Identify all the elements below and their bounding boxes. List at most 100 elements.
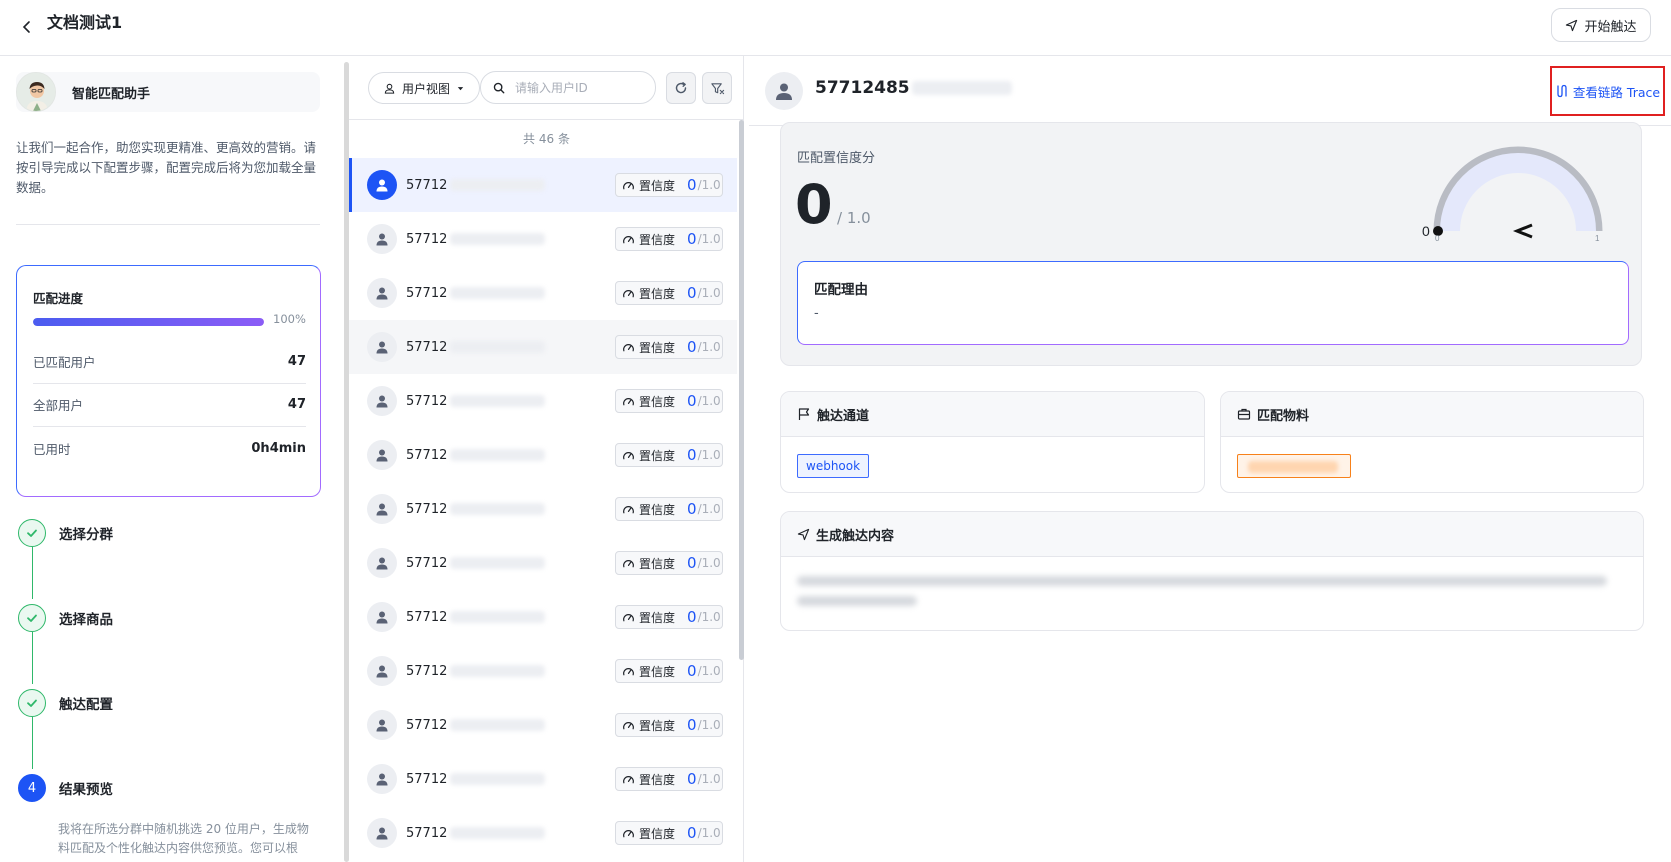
score-title: 匹配置信度分 bbox=[797, 151, 876, 166]
detail-header: 57712485 查看链路 Trace bbox=[749, 56, 1671, 126]
confidence-label: 置信度 bbox=[639, 232, 676, 247]
user-list-item[interactable]: 57712 置信度 0/1.0 bbox=[349, 212, 737, 266]
user-id-search-input[interactable] bbox=[515, 80, 645, 95]
user-list-item[interactable]: 57712 置信度 0/1.0 bbox=[349, 590, 737, 644]
confidence-label: 置信度 bbox=[639, 448, 676, 463]
matched-material-title: 匹配物料 bbox=[1257, 408, 1310, 424]
user-avatar-icon bbox=[367, 548, 397, 578]
confidence-max: /1.0 bbox=[697, 232, 721, 246]
user-avatar-icon bbox=[367, 656, 397, 686]
stat-value: 47 bbox=[287, 354, 306, 369]
step-select-product[interactable]: 选择商品 bbox=[18, 604, 113, 632]
send-icon bbox=[1566, 19, 1578, 31]
step-select-segment[interactable]: 选择分群 bbox=[18, 519, 113, 547]
user-avatar-icon bbox=[367, 818, 397, 848]
user-id: 57712 bbox=[406, 555, 448, 571]
gauge-icon bbox=[623, 775, 634, 783]
confidence-badge: 置信度 0/1.0 bbox=[615, 821, 723, 845]
stat-elapsed-time: 已用时 0h4min bbox=[33, 426, 306, 470]
step-result-preview[interactable]: 4 结果预览 bbox=[18, 774, 113, 802]
confidence-score: 0 bbox=[687, 716, 697, 734]
confidence-score: 0 bbox=[687, 824, 697, 842]
confidence-score: 0 bbox=[687, 554, 697, 572]
confidence-badge: 置信度 0/1.0 bbox=[615, 335, 723, 359]
masked-id bbox=[450, 179, 545, 191]
confidence-badge: 置信度 0/1.0 bbox=[615, 713, 723, 737]
user-id: 57712 bbox=[406, 285, 448, 301]
user-list-item[interactable]: 57712 置信度 0/1.0 bbox=[349, 428, 737, 482]
list-scrollbar[interactable] bbox=[739, 120, 744, 660]
confidence-max: /1.0 bbox=[697, 286, 721, 300]
masked-id bbox=[450, 827, 545, 839]
search-icon bbox=[493, 82, 505, 93]
user-list-item[interactable]: 57712 置信度 0/1.0 bbox=[349, 158, 737, 212]
confidence-max: /1.0 bbox=[697, 448, 721, 462]
gauge-icon bbox=[623, 613, 634, 621]
user-id: 57712 bbox=[406, 339, 448, 355]
user-id: 57712 bbox=[406, 501, 448, 517]
user-view-dropdown[interactable]: 用户视图 bbox=[368, 72, 480, 104]
user-avatar-icon bbox=[367, 710, 397, 740]
confidence-badge: 置信度 0/1.0 bbox=[615, 443, 723, 467]
confidence-badge: 置信度 0/1.0 bbox=[615, 497, 723, 521]
user-avatar-icon bbox=[367, 386, 397, 416]
back-arrow-icon[interactable] bbox=[16, 16, 38, 38]
view-trace-link[interactable]: 查看链路 Trace bbox=[1550, 66, 1665, 116]
confidence-score-card: 匹配置信度分 0 / 1.0 0 0 1 匹配理由 - bbox=[780, 122, 1642, 366]
top-bar: 文档测试1 开始触达 bbox=[0, 0, 1671, 56]
assistant-name: 智能匹配助手 bbox=[72, 86, 151, 102]
reach-channel-panel: 触达通道 webhook bbox=[780, 391, 1205, 493]
confidence-label: 置信度 bbox=[639, 556, 676, 571]
user-list-item[interactable]: 57712 置信度 0/1.0 bbox=[349, 320, 737, 374]
start-reach-label: 开始触达 bbox=[1584, 19, 1637, 35]
confidence-score: 0 bbox=[687, 338, 697, 356]
confidence-label: 置信度 bbox=[639, 610, 676, 625]
progress-bar-fill bbox=[33, 318, 264, 326]
confidence-badge: 置信度 0/1.0 bbox=[615, 281, 723, 305]
confidence-max: /1.0 bbox=[697, 610, 721, 624]
view-trace-label: 查看链路 Trace bbox=[1572, 84, 1661, 100]
confidence-label: 置信度 bbox=[639, 718, 676, 733]
user-list-item[interactable]: 57712 置信度 0/1.0 bbox=[349, 644, 737, 698]
briefcase-icon bbox=[1237, 408, 1251, 420]
step-number: 4 bbox=[18, 774, 46, 802]
assistant-avatar bbox=[16, 72, 56, 112]
step-connector bbox=[32, 717, 33, 769]
user-list-item[interactable]: 57712 置信度 0/1.0 bbox=[349, 698, 737, 752]
user-id: 57712 bbox=[406, 663, 448, 679]
confidence-max: /1.0 bbox=[697, 502, 721, 516]
user-list-item[interactable]: 57712 置信度 0/1.0 bbox=[349, 374, 737, 428]
matched-material-header: 匹配物料 bbox=[1221, 392, 1643, 437]
stat-value: 47 bbox=[287, 397, 306, 412]
start-reach-button[interactable]: 开始触达 bbox=[1551, 8, 1651, 42]
gauge-needle-icon bbox=[1512, 223, 1533, 239]
masked-id bbox=[450, 341, 545, 353]
reach-channel-header: 触达通道 bbox=[781, 392, 1204, 437]
masked-id bbox=[450, 287, 545, 299]
masked-id bbox=[450, 719, 545, 731]
confidence-max: /1.0 bbox=[697, 178, 721, 192]
user-list-item[interactable]: 57712 置信度 0/1.0 bbox=[349, 266, 737, 320]
user-list-item[interactable]: 57712 置信度 0/1.0 bbox=[349, 482, 737, 536]
confidence-score: 0 bbox=[687, 446, 697, 464]
confidence-score: 0 bbox=[687, 392, 697, 410]
user-list-item[interactable]: 57712 置信度 0/1.0 bbox=[349, 752, 737, 806]
progress-bar bbox=[33, 318, 264, 326]
refresh-button[interactable] bbox=[666, 72, 696, 104]
masked-id bbox=[911, 81, 1012, 95]
score-value: 0 bbox=[795, 173, 833, 236]
check-icon bbox=[18, 689, 46, 717]
user-avatar-icon bbox=[367, 494, 397, 524]
gauge-icon bbox=[623, 289, 634, 297]
user-view-icon bbox=[384, 83, 395, 94]
user-list-item[interactable]: 57712 置信度 0/1.0 bbox=[349, 806, 737, 860]
confidence-max: /1.0 bbox=[697, 664, 721, 678]
user-detail-panel: 57712485 查看链路 Trace 匹配置信度分 0 / 1.0 0 0 1… bbox=[749, 56, 1671, 862]
assistant-intro: 让我们一起合作，助您实现更精准、更高效的营销。请按引导完成以下配置步骤，配置完成… bbox=[16, 140, 317, 195]
progress-percent: 100% bbox=[273, 312, 306, 326]
user-list-item[interactable]: 57712 置信度 0/1.0 bbox=[349, 536, 737, 590]
step-reach-config[interactable]: 触达配置 bbox=[18, 689, 113, 717]
filter-button[interactable] bbox=[702, 72, 732, 104]
assistant-panel: 智能匹配助手 让我们一起合作，助您实现更精准、更高效的营销。请按引导完成以下配置… bbox=[0, 56, 345, 862]
detail-user-id: 57712485 bbox=[815, 78, 1012, 98]
